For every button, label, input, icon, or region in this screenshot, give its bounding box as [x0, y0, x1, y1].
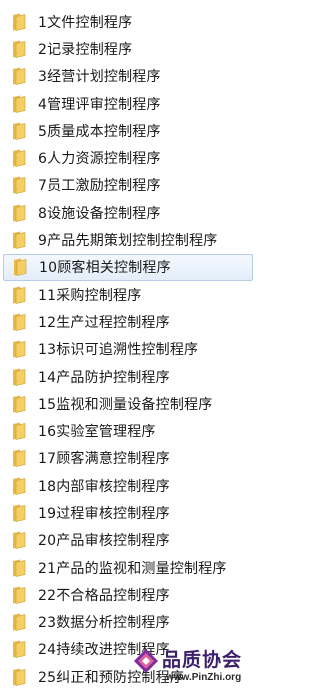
- folder-icon: [13, 149, 26, 167]
- folder-name: 1文件控制程序: [38, 14, 133, 31]
- folder-icon: [13, 368, 26, 386]
- folder-name: 19过程审核控制程序: [38, 505, 170, 522]
- folder-icon: [14, 258, 27, 277]
- folder-name: 18内部审核控制程序: [38, 478, 170, 495]
- folder-name: 23数据分析控制程序: [38, 615, 170, 632]
- folder-row[interactable]: 4管理评审控制程序: [0, 90, 262, 117]
- folder-row[interactable]: 5质量成本控制程序: [0, 117, 262, 144]
- folder-icon: [13, 67, 26, 86]
- folder-row[interactable]: 14产品防护控制程序: [0, 363, 262, 390]
- file-list: 1文件控制程序 2记录控制程序 3经营计划控制程序 4管理评审控制程序 5质量成…: [0, 8, 262, 690]
- watermark: 品质协会 www.PinZhi.org: [132, 645, 260, 689]
- watermark-title: 品质协会: [162, 649, 243, 671]
- folder-icon: [13, 176, 26, 195]
- folder-name: 13标识可追溯性控制程序: [38, 342, 199, 359]
- folder-icon: [13, 477, 26, 495]
- folder-name: 16实验室管理程序: [38, 424, 156, 441]
- folder-name: 10顾客相关控制程序: [39, 260, 171, 277]
- folder-row[interactable]: 22不合格品控制程序: [0, 581, 262, 608]
- folder-icon: [13, 613, 26, 632]
- folder-icon: [13, 395, 26, 413]
- folder-name: 21产品的监视和测量控制程序: [38, 560, 227, 577]
- folder-row[interactable]: 8设施设备控制程序: [0, 199, 262, 226]
- folder-icon: [13, 286, 26, 304]
- folder-row[interactable]: 7员工激励控制程序: [0, 172, 262, 199]
- folder-name: 22不合格品控制程序: [38, 587, 170, 604]
- folder-name: 4管理评审控制程序: [38, 96, 161, 113]
- folder-icon: [13, 122, 26, 140]
- folder-name: 5质量成本控制程序: [38, 123, 161, 140]
- folder-name: 15监视和测量设备控制程序: [38, 396, 213, 413]
- folder-name: 12生产过程控制程序: [38, 314, 170, 331]
- folder-icon: [13, 586, 26, 604]
- folder-name: 11采购控制程序: [38, 287, 142, 304]
- folder-name: 9产品先期策划控制控制程序: [38, 233, 218, 250]
- folder-icon: [13, 313, 26, 331]
- folder-icon: [13, 340, 26, 359]
- folder-name: 8设施设备控制程序: [38, 205, 161, 222]
- watermark-url: www.PinZhi.org: [166, 672, 242, 683]
- folder-icon: [13, 668, 26, 686]
- folder-row[interactable]: 3经营计划控制程序: [0, 63, 262, 90]
- folder-icon: [13, 531, 26, 550]
- folder-icon: [13, 449, 26, 468]
- folder-icon: [13, 640, 26, 659]
- folder-name: 17顾客满意控制程序: [38, 451, 170, 468]
- folder-row[interactable]: 12生产过程控制程序: [0, 308, 262, 335]
- folder-row[interactable]: 23数据分析控制程序: [0, 609, 262, 636]
- folder-icon: [13, 504, 26, 522]
- folder-name: 7员工激励控制程序: [38, 178, 161, 195]
- folder-row[interactable]: 19过程审核控制程序: [0, 499, 262, 526]
- folder-row[interactable]: 17顾客满意控制程序: [0, 445, 262, 472]
- folder-icon: [13, 204, 26, 222]
- folder-row[interactable]: 15监视和测量设备控制程序: [0, 390, 262, 417]
- folder-row[interactable]: 9产品先期策划控制控制程序: [0, 226, 262, 253]
- folder-row[interactable]: 21产品的监视和测量控制程序: [0, 554, 262, 581]
- folder-name: 14产品防护控制程序: [38, 369, 170, 386]
- folder-name: 2记录控制程序: [38, 41, 133, 58]
- folder-name: 6人力资源控制程序: [38, 151, 161, 168]
- folder-row[interactable]: 1文件控制程序: [0, 8, 262, 35]
- folder-name: 20产品审核控制程序: [38, 533, 170, 550]
- folder-icon: [13, 422, 26, 440]
- folder-row[interactable]: 11采购控制程序: [0, 281, 262, 308]
- folder-row[interactable]: 18内部审核控制程序: [0, 472, 262, 499]
- folder-row[interactable]: 13标识可追溯性控制程序: [0, 336, 262, 363]
- folder-icon: [13, 40, 26, 58]
- folder-icon: [13, 95, 26, 113]
- folder-row[interactable]: 16实验室管理程序: [0, 417, 262, 444]
- folder-row[interactable]: 6人力资源控制程序: [0, 144, 262, 171]
- folder-icon: [13, 13, 26, 31]
- folder-name: 3经营计划控制程序: [38, 69, 161, 86]
- folder-row-selected[interactable]: 10顾客相关控制程序: [3, 253, 253, 281]
- folder-row[interactable]: 2记录控制程序: [0, 35, 262, 62]
- folder-icon: [13, 559, 26, 577]
- pinzhi-logo-icon: [134, 649, 158, 673]
- folder-row[interactable]: 20产品审核控制程序: [0, 527, 262, 554]
- folder-icon: [13, 231, 26, 249]
